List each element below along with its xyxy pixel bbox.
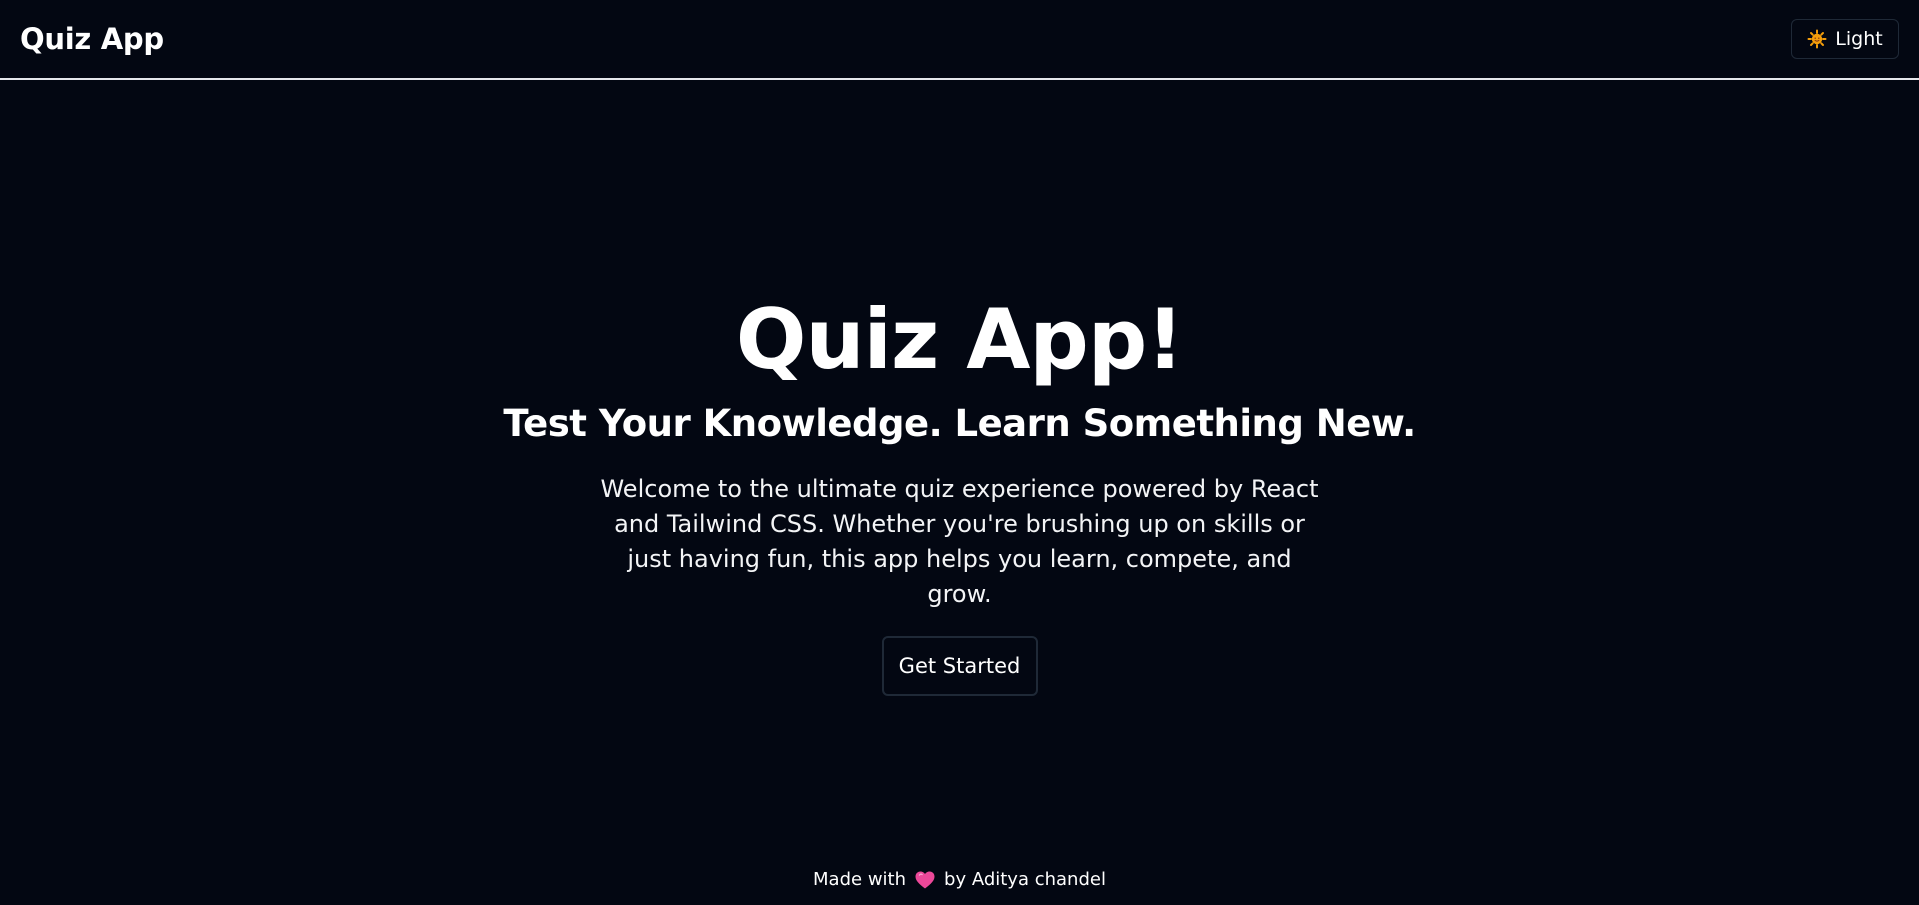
brand-title[interactable]: Quiz App — [20, 20, 164, 58]
get-started-button[interactable]: Get Started — [881, 636, 1038, 696]
sun-icon — [1807, 29, 1827, 49]
hero-section: Quiz App! Test Your Knowledge. Learn Som… — [0, 290, 1919, 696]
hero-subtitle: Test Your Knowledge. Learn Something New… — [503, 402, 1416, 445]
hero-title: Quiz App! — [735, 291, 1184, 388]
quiz-app-page: Quiz App Light Quiz App! Test Your Knowl… — [0, 0, 1919, 905]
theme-toggle-button[interactable]: Light — [1791, 19, 1899, 59]
footer: Made with by Aditya chandel — [0, 865, 1919, 895]
footer-made-with: Made with — [813, 869, 907, 890]
heart-icon — [914, 870, 936, 890]
top-navbar: Quiz App Light — [0, 0, 1919, 80]
footer-author: by Aditya chandel — [944, 869, 1106, 890]
hero-description: Welcome to the ultimate quiz experience … — [600, 475, 1319, 608]
theme-toggle-label: Light — [1835, 28, 1883, 50]
